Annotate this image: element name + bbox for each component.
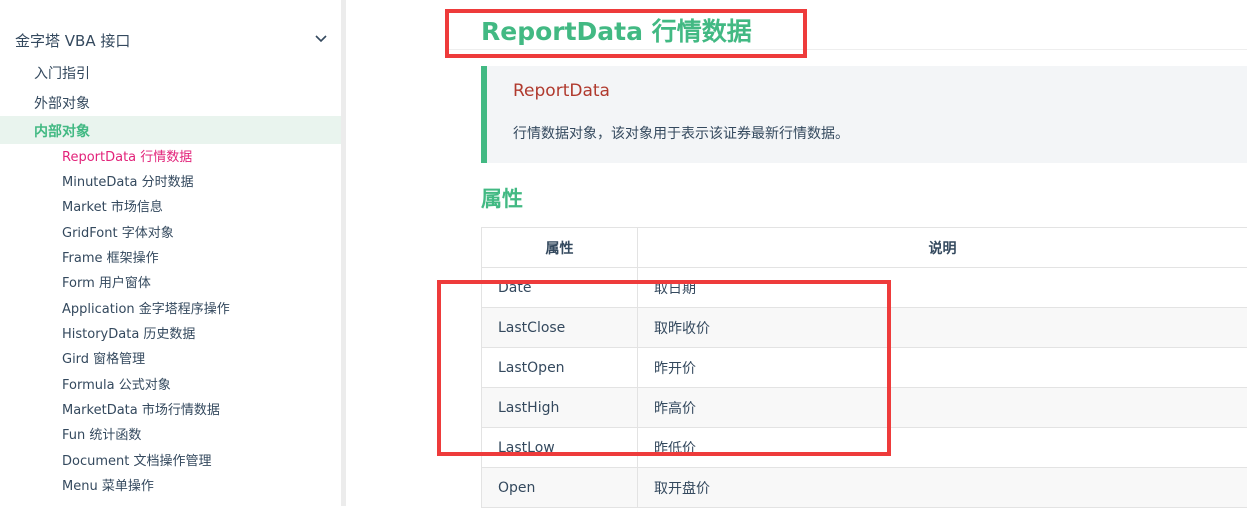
- sidebar-subitem-minutedata[interactable]: MinuteData 分时数据: [62, 173, 194, 193]
- sidebar-subitem-form[interactable]: Form 用户窗体: [62, 274, 151, 294]
- sidebar-subitem-marketdata[interactable]: MarketData 市场行情数据: [62, 401, 220, 421]
- table-row: Open 取开盘价: [482, 468, 1247, 508]
- title-divider: [447, 49, 1247, 50]
- note-text: 行情数据对象，该对象用于表示该证券最新行情数据。: [513, 123, 849, 143]
- sidebar-section-title: 金字塔 VBA 接口: [15, 30, 130, 51]
- table-cell-property: LastClose: [482, 308, 638, 348]
- sidebar-item-label: 入门指引: [34, 63, 90, 83]
- table-cell-property: LastLow: [482, 428, 638, 468]
- sidebar-subitem-reportdata[interactable]: ReportData 行情数据: [62, 148, 192, 168]
- section-heading-properties: 属性: [481, 183, 523, 213]
- table-cell-property: Open: [482, 468, 638, 508]
- sidebar-item-getting-started[interactable]: 入门指引: [0, 58, 341, 86]
- sidebar-scrollbar[interactable]: [341, 0, 346, 506]
- table-row: Date 取日期: [482, 268, 1247, 308]
- table-header-row: 属性 说明: [482, 228, 1247, 268]
- sidebar-subitem-document[interactable]: Document 文档操作管理: [62, 452, 211, 472]
- table-row: LastLow 昨低价: [482, 428, 1247, 468]
- sidebar-subitem-formula[interactable]: Formula 公式对象: [62, 376, 171, 396]
- sidebar-subitem-historydata[interactable]: HistoryData 历史数据: [62, 325, 195, 345]
- table-header-property: 属性: [482, 228, 638, 268]
- sidebar-subitem-menu[interactable]: Menu 菜单操作: [62, 477, 154, 497]
- table-row: LastClose 取昨收价: [482, 308, 1247, 348]
- table-cell-description: 昨高价: [638, 388, 1247, 428]
- table-cell-description: 昨开价: [638, 348, 1247, 388]
- sidebar: 金字塔 VBA 接口 入门指引 外部对象 内部对象 ReportData 行情数…: [0, 0, 341, 506]
- note-title: ReportData: [513, 81, 610, 101]
- page-title: ReportData 行情数据: [481, 12, 752, 48]
- sidebar-subitem-gird[interactable]: Gird 窗格管理: [62, 350, 145, 370]
- sidebar-subitem-frame[interactable]: Frame 框架操作: [62, 249, 159, 269]
- sidebar-subitem-fun[interactable]: Fun 统计函数: [62, 426, 141, 446]
- table-cell-property: Date: [482, 268, 638, 308]
- sidebar-item-label: 外部对象: [34, 93, 90, 113]
- sidebar-subitem-gridfont[interactable]: GridFont 字体对象: [62, 224, 174, 244]
- sidebar-item-internal-objects[interactable]: 内部对象: [0, 116, 341, 144]
- table-cell-description: 取开盘价: [638, 468, 1247, 508]
- table-cell-description: 昨低价: [638, 428, 1247, 468]
- table-row: LastOpen 昨开价: [482, 348, 1247, 388]
- sidebar-item-label: 内部对象: [34, 121, 90, 141]
- table-row: LastHigh 昨高价: [482, 388, 1247, 428]
- chevron-down-icon[interactable]: [314, 34, 328, 44]
- sidebar-subitem-market[interactable]: Market 市场信息: [62, 198, 163, 218]
- table-cell-description: 取昨收价: [638, 308, 1247, 348]
- sidebar-section-header[interactable]: 金字塔 VBA 接口: [0, 24, 341, 54]
- sidebar-item-external-objects[interactable]: 外部对象: [0, 88, 341, 116]
- table-cell-property: LastHigh: [482, 388, 638, 428]
- note-box: ReportData 行情数据对象，该对象用于表示该证券最新行情数据。: [481, 66, 1247, 163]
- properties-table: 属性 说明 Date 取日期 LastClose 取昨收价 LastOpen 昨…: [481, 227, 1247, 508]
- table-cell-description: 取日期: [638, 268, 1247, 308]
- table-cell-property: LastOpen: [482, 348, 638, 388]
- sidebar-subitem-application[interactable]: Application 金字塔程序操作: [62, 300, 230, 320]
- table-header-description: 说明: [638, 228, 1247, 268]
